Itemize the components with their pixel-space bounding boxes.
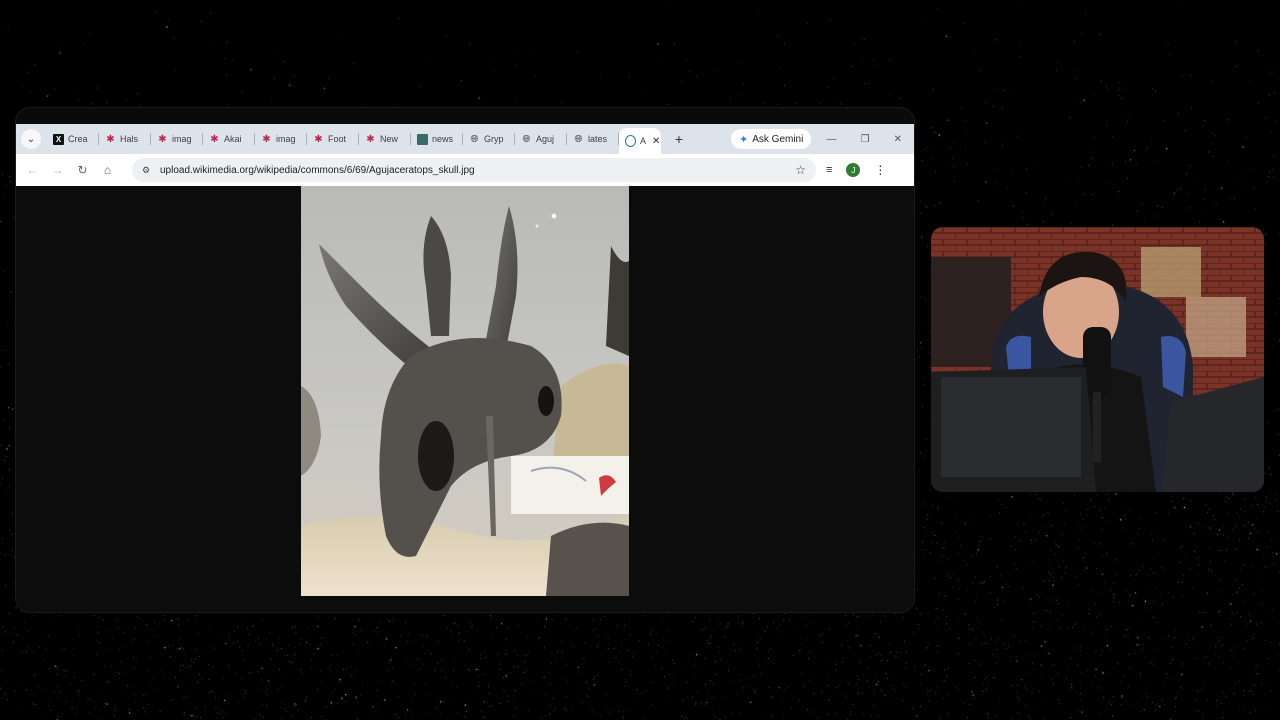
profile-avatar[interactable]: J <box>846 163 861 177</box>
browser-toolbar: ← → ↻ ⌂ ⚙ upload.wikimedia.org/wikipedia… <box>16 154 914 186</box>
tab-title: Foot <box>328 134 347 144</box>
tab-strip: ⌄ X Crea ✱ Hals ✱ imag ✱ Akai ✱ imag ✱ F… <box>16 124 914 154</box>
globe-icon: 🌐︎ <box>470 133 479 145</box>
globe-icon: 🌐︎ <box>574 133 583 145</box>
back-arrow-icon[interactable]: ← <box>20 163 45 177</box>
site-info-icon[interactable]: ⚙ <box>138 165 154 176</box>
tab-11-active[interactable]: A ✕ <box>619 128 661 154</box>
reload-icon[interactable]: ↻ <box>70 163 95 177</box>
address-bar[interactable]: ⚙ upload.wikimedia.org/wikipedia/commons… <box>132 158 816 182</box>
new-tab-button[interactable]: + <box>671 131 687 147</box>
ask-gemini-label: Ask Gemini <box>752 133 804 145</box>
close-window-icon[interactable]: ✕ <box>894 134 902 145</box>
chevron-down-icon: ⌄ <box>26 133 36 145</box>
ask-gemini-button[interactable]: ✦ Ask Gemini <box>731 129 812 149</box>
skull-photo <box>301 186 629 596</box>
star-logo-icon: ✱ <box>366 133 375 145</box>
tab-title: lates <box>588 134 608 144</box>
star-logo-icon: ✱ <box>210 133 219 145</box>
tab-search-button[interactable]: ⌄ <box>21 129 41 149</box>
url-text: upload.wikimedia.org/wikipedia/commons/6… <box>160 164 475 176</box>
tab-1[interactable]: ✱ Hals <box>99 124 151 154</box>
window-controls: — ❐ ✕ <box>827 134 902 145</box>
close-icon[interactable]: ✕ <box>652 136 660 147</box>
minimize-icon[interactable]: — <box>827 134 837 145</box>
image-icon <box>417 133 428 145</box>
tab-8[interactable]: 🌐︎ Gryp <box>463 124 515 154</box>
bookmark-star-icon[interactable]: ☆ <box>795 163 806 177</box>
gemini-sparkle-icon: ✦ <box>739 133 749 146</box>
tab-0[interactable]: X Crea <box>47 124 99 154</box>
tab-5[interactable]: ✱ Foot <box>307 124 359 154</box>
restore-icon[interactable]: ❐ <box>861 134 870 145</box>
star-logo-icon: ✱ <box>262 133 271 145</box>
tab-6[interactable]: ✱ New <box>359 124 411 154</box>
tab-title: Gryp <box>484 134 504 144</box>
page-viewport <box>16 186 914 612</box>
tab-3[interactable]: ✱ Akai <box>203 124 255 154</box>
tab-title: Aguj <box>536 134 555 144</box>
tab-title: imag <box>172 134 192 144</box>
star-logo-icon: ✱ <box>106 133 115 145</box>
tab-title: New <box>380 134 399 144</box>
menu-dots-icon[interactable]: ⋮ <box>874 163 886 177</box>
tab-2[interactable]: ✱ imag <box>151 124 203 154</box>
home-icon[interactable]: ⌂ <box>95 163 120 177</box>
tab-title: imag <box>276 134 296 144</box>
tab-title: news <box>432 134 454 144</box>
tab-title: Hals <box>120 134 139 144</box>
tab-9[interactable]: 🌐︎ Aguj <box>515 124 567 154</box>
reading-list-icon[interactable]: ≡ <box>826 164 832 176</box>
webcam-overlay <box>931 227 1264 492</box>
tab-4[interactable]: ✱ imag <box>255 124 307 154</box>
globe-icon: 🌐︎ <box>522 133 531 145</box>
browser-window: ⌄ X Crea ✱ Hals ✱ imag ✱ Akai ✱ imag ✱ F… <box>16 108 914 612</box>
tab-10[interactable]: 🌐︎ lates <box>567 124 619 154</box>
tab-title: A <box>640 136 647 146</box>
tab-title: Crea <box>68 134 88 144</box>
star-logo-icon: ✱ <box>314 133 323 145</box>
wikipedia-icon <box>625 135 636 147</box>
tab-title: Akai <box>224 134 242 144</box>
x-logo-icon: X <box>53 133 64 145</box>
tab-7[interactable]: news <box>411 124 463 154</box>
star-logo-icon: ✱ <box>158 133 167 145</box>
forward-arrow-icon[interactable]: → <box>45 163 70 177</box>
